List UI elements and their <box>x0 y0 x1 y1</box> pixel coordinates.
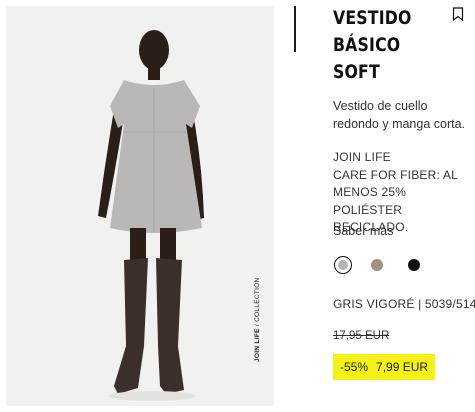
title-line: SOFT <box>333 61 380 83</box>
description-line: redondo y manga corta. <box>333 117 466 131</box>
product-description: Vestido de cuello redondo y manga corta. <box>333 97 473 133</box>
title-line: VESTIDO <box>333 7 412 29</box>
color-reference: GRIS VIGORÉ | 5039/514 <box>333 297 475 311</box>
sustainability-line: JOIN LIFE <box>333 150 391 164</box>
discount-percent: -55% <box>340 360 369 374</box>
sustainability-line: CARE FOR FIBER: AL <box>333 167 458 182</box>
product-title: VESTIDO BÁSICO SOFT <box>333 5 434 86</box>
description-line: Vestido de cuello <box>333 99 428 113</box>
original-price: 17,95 EUR <box>333 330 390 342</box>
sale-price: 7,99 EUR <box>376 360 429 374</box>
swatch-gris[interactable] <box>334 256 352 274</box>
product-image[interactable] <box>6 6 274 406</box>
bookmark-icon[interactable] <box>452 7 464 21</box>
swatch-negro[interactable] <box>408 259 420 271</box>
collection-tag: JOIN LIFE / COLLECTION <box>254 277 261 362</box>
sustainability-line: MENOS 25% POLIÉSTER <box>333 185 407 217</box>
title-line: BÁSICO <box>333 34 401 56</box>
model-figure <box>98 30 204 401</box>
sale-price-badge: -55% 7,99 EUR <box>333 354 436 380</box>
swatch-taupe[interactable] <box>371 259 383 271</box>
swatch-gris-dot <box>338 260 348 270</box>
learn-more-link[interactable]: Saber más <box>333 224 393 238</box>
divider <box>294 6 296 52</box>
